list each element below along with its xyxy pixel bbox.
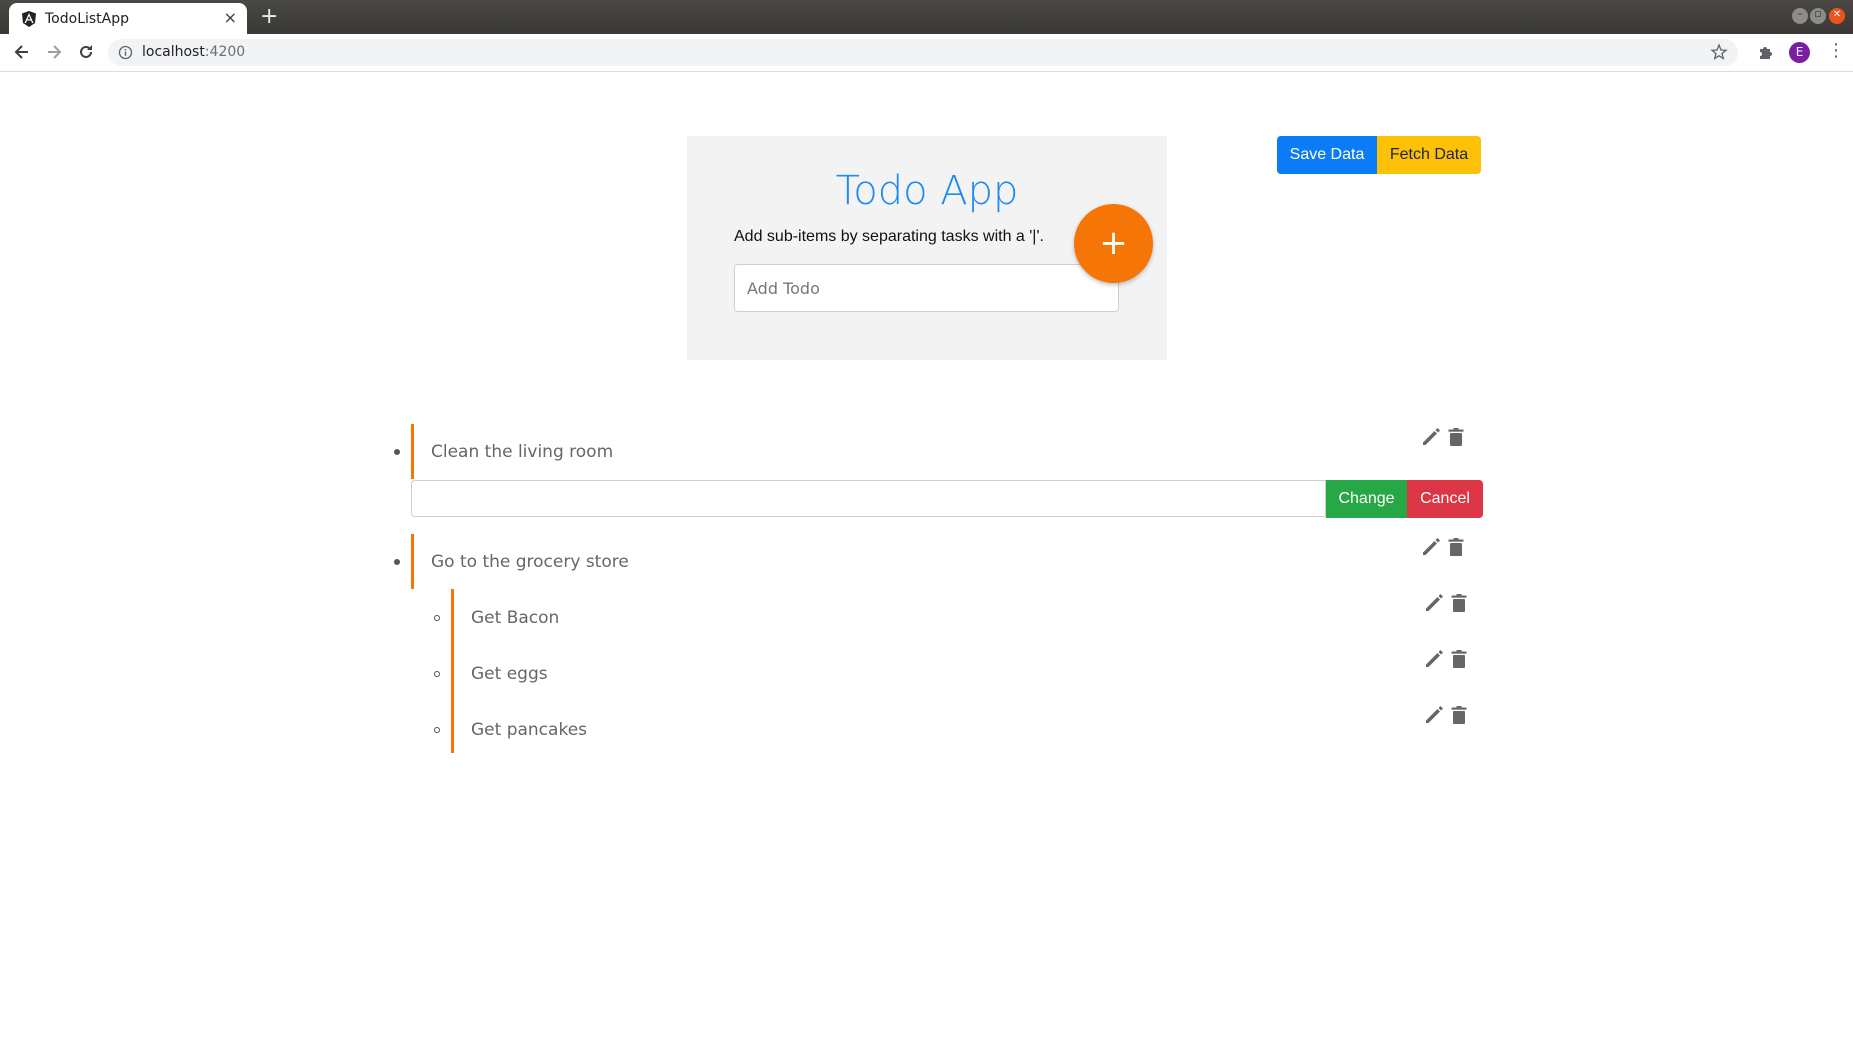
trash-icon[interactable] [1448,704,1470,726]
page-content: Todo App Add sub-items by separating tas… [0,72,1853,1053]
pencil-icon[interactable] [1420,426,1442,448]
tab-close-icon[interactable]: × [224,8,237,27]
angular-logo-icon [22,11,36,27]
sub-todo-text: Get pancakes [471,720,588,740]
trash-icon[interactable] [1445,536,1467,558]
browser-tab[interactable]: TodoListApp × [9,3,247,34]
fetch-data-button[interactable]: Fetch Data [1377,136,1481,174]
address-bar[interactable]: localhost:4200 [108,39,1738,66]
trash-icon[interactable] [1445,426,1467,448]
edit-todo-input[interactable] [411,480,1326,517]
new-tab-button[interactable]: + [260,4,278,29]
reload-icon[interactable] [76,42,96,62]
browser-menu-icon[interactable]: ⋮ [1827,40,1845,61]
list-bullet [394,559,400,565]
sub-items-hint: Add sub-items by separating tasks with a… [734,228,1044,245]
browser-toolbar: localhost:4200 E ⋮ [0,34,1853,72]
browser-tab-strip: TodoListApp × + – ▫ ✕ [0,0,1853,34]
url-host: localhost [142,44,205,60]
maximize-icon: ▫ [1814,7,1822,20]
extensions-puzzle-icon[interactable] [1757,43,1775,61]
sub-list-bullet [434,727,440,733]
forward-arrow-icon[interactable] [44,42,64,62]
pencil-icon[interactable] [1423,648,1445,670]
todo-accent-bar [411,534,414,589]
sub-list-bullet [434,671,440,677]
add-todo-panel: Todo App Add sub-items by separating tas… [687,136,1167,360]
sub-todo-text: Get eggs [471,664,548,684]
cancel-button[interactable]: Cancel [1407,480,1483,518]
pencil-icon[interactable] [1423,704,1445,726]
minimize-icon: – [1797,7,1803,20]
todo-accent-bar [411,424,414,479]
window-maximize-button[interactable]: ▫ [1810,7,1826,24]
close-icon: ✕ [1832,9,1842,20]
todo-text: Go to the grocery store [431,552,629,572]
add-todo-button[interactable]: + [1074,204,1153,283]
list-bullet [394,449,400,455]
profile-avatar[interactable]: E [1789,42,1810,63]
add-todo-input[interactable] [734,264,1119,312]
sub-list-bullet [434,615,440,621]
tab-title: TodoListApp [45,11,130,27]
window-close-button[interactable]: ✕ [1829,8,1845,24]
bookmark-star-icon[interactable] [1710,43,1728,61]
sub-todo-text: Get Bacon [471,608,560,628]
pencil-icon[interactable] [1423,592,1445,614]
url-port: :4200 [204,44,246,60]
back-arrow-icon[interactable] [12,42,32,62]
pencil-icon[interactable] [1420,536,1442,558]
trash-icon[interactable] [1448,592,1470,614]
todo-text: Clean the living room [431,442,614,462]
subitems-accent-bar [451,589,454,753]
info-icon[interactable] [118,45,133,60]
change-button[interactable]: Change [1326,480,1407,518]
trash-icon[interactable] [1448,648,1470,670]
url-text: localhost:4200 [142,44,245,60]
save-data-button[interactable]: Save Data [1277,136,1377,174]
window-minimize-button[interactable]: – [1792,7,1808,24]
